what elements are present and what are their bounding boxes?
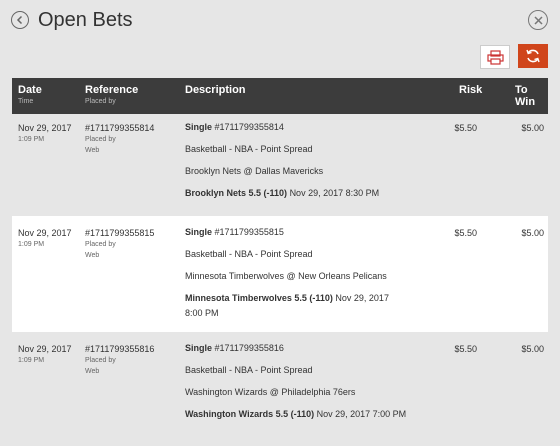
bet-type-reference: #1711799355816 — [214, 343, 284, 353]
header: Open Bets — [0, 0, 560, 44]
bet-time: 1:09 PM — [18, 357, 45, 364]
bet-time: 1:09 PM — [18, 136, 45, 143]
bet-event-time: Nov 29, 2017 8:30 PM — [289, 188, 380, 198]
bet-type-reference: #1711799355815 — [214, 227, 284, 237]
table-header: Date Time Reference Placed by Descriptio… — [12, 78, 548, 114]
bet-date: Nov 29, 2017 — [18, 344, 72, 354]
column-to-win: To Win — [515, 84, 536, 108]
bet-type: Single — [185, 227, 213, 237]
bet-type: Single — [185, 122, 213, 132]
back-button[interactable] — [11, 11, 29, 29]
table-row: Nov 29, 2017 1:09 PM #1711799355814 Plac… — [12, 114, 548, 216]
placed-by-value: Web — [85, 368, 100, 375]
bet-type: Single — [185, 343, 213, 353]
bet-event-time: Nov 29, 2017 7:00 PM — [316, 409, 407, 419]
bet-date: Nov 29, 2017 — [18, 228, 72, 238]
bet-to-win: $5.00 — [521, 123, 544, 133]
table-row: Nov 29, 2017 1:09 PM #1711799355816 Plac… — [12, 332, 548, 444]
chevron-left-icon — [16, 15, 23, 25]
bet-time: 1:09 PM — [18, 241, 45, 248]
bet-risk: $5.50 — [454, 344, 477, 354]
bet-market: Basketball - NBA - Point Spread — [185, 249, 313, 259]
table-row: Nov 29, 2017 1:09 PM #1711799355815 Plac… — [12, 216, 548, 332]
bet-market: Basketball - NBA - Point Spread — [185, 365, 313, 375]
placed-by-value: Web — [85, 147, 100, 154]
bet-event: Washington Wizards @ Philadelphia 76ers — [185, 387, 356, 397]
bet-reference: #1711799355816 — [85, 344, 155, 354]
column-reference: Reference — [85, 84, 139, 96]
column-risk: Risk — [459, 84, 483, 96]
placed-by-label: Placed by — [85, 357, 116, 364]
placed-by-label: Placed by — [85, 241, 116, 248]
column-time: Time — [18, 98, 34, 105]
bet-reference: #1711799355814 — [85, 123, 155, 133]
bet-risk: $5.50 — [454, 228, 477, 238]
bet-selection: Washington Wizards 5.5 (-110) — [185, 409, 315, 419]
bet-to-win: $5.00 — [521, 228, 544, 238]
refresh-button[interactable] — [518, 44, 548, 68]
close-icon — [533, 15, 543, 25]
bet-selection: Brooklyn Nets 5.5 (-110) — [185, 188, 288, 198]
bet-reference: #1711799355815 — [85, 228, 155, 238]
close-button[interactable] — [528, 10, 548, 30]
bet-risk: $5.50 — [454, 123, 477, 133]
bet-market: Basketball - NBA - Point Spread — [185, 144, 313, 154]
bet-selection: Minnesota Timberwolves 5.5 (-110) — [185, 293, 333, 303]
page-title: Open Bets — [38, 9, 133, 31]
placed-by-label: Placed by — [85, 136, 116, 143]
bet-date: Nov 29, 2017 — [18, 123, 72, 133]
column-description: Description — [185, 84, 246, 96]
print-icon — [487, 50, 504, 65]
bet-event: Minnesota Timberwolves @ New Orleans Pel… — [185, 271, 387, 281]
column-placed-by: Placed by — [85, 98, 116, 105]
open-bets-table: Date Time Reference Placed by Descriptio… — [12, 78, 548, 444]
bet-description: Single #1711799355816 Basketball - NBA -… — [185, 341, 415, 422]
placed-by-value: Web — [85, 252, 100, 259]
bet-type-reference: #1711799355814 — [214, 122, 284, 132]
column-date: Date — [18, 84, 42, 96]
bet-to-win: $5.00 — [521, 344, 544, 354]
bet-description: Single #1711799355814 Basketball - NBA -… — [185, 120, 415, 201]
print-button[interactable] — [480, 45, 510, 69]
bet-description: Single #1711799355815 Basketball - NBA -… — [185, 225, 407, 321]
bet-event: Brooklyn Nets @ Dallas Mavericks — [185, 166, 324, 176]
refresh-icon — [526, 49, 540, 63]
